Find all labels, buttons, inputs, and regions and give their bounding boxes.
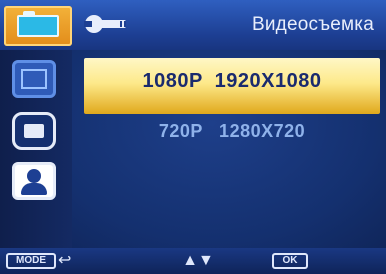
option-1080p[interactable]: 1080P 1920X1080: [84, 58, 380, 114]
ok-button[interactable]: OK: [272, 253, 308, 269]
page-title: Видеосъемка: [251, 14, 374, 35]
camera-menu-screen: Видеосъемка 1080P 1920X1080 720P 1280X72…: [0, 0, 386, 274]
option-label: 720P 1280X720: [158, 121, 306, 141]
face-detection-icon[interactable]: [12, 162, 56, 200]
setup-tab[interactable]: [84, 12, 132, 36]
video-tab[interactable]: [4, 6, 72, 46]
image-quality-icon[interactable]: [12, 112, 56, 150]
back-icon[interactable]: ↩: [58, 252, 84, 270]
option-720p[interactable]: 720P 1280X720: [84, 116, 380, 172]
menu-header: Видеосъемка: [0, 0, 386, 50]
video-camera-icon: [17, 11, 59, 37]
footer-bar: MODE ↩ ▲▼ OK: [0, 248, 386, 274]
resolution-icon[interactable]: [12, 60, 56, 98]
option-label: 1080P 1920X1080: [142, 70, 322, 92]
wrench-icon: [84, 15, 126, 33]
up-down-arrows-icon[interactable]: ▲▼: [168, 252, 228, 270]
sidebar: [0, 50, 72, 248]
mode-button[interactable]: MODE: [6, 253, 56, 269]
